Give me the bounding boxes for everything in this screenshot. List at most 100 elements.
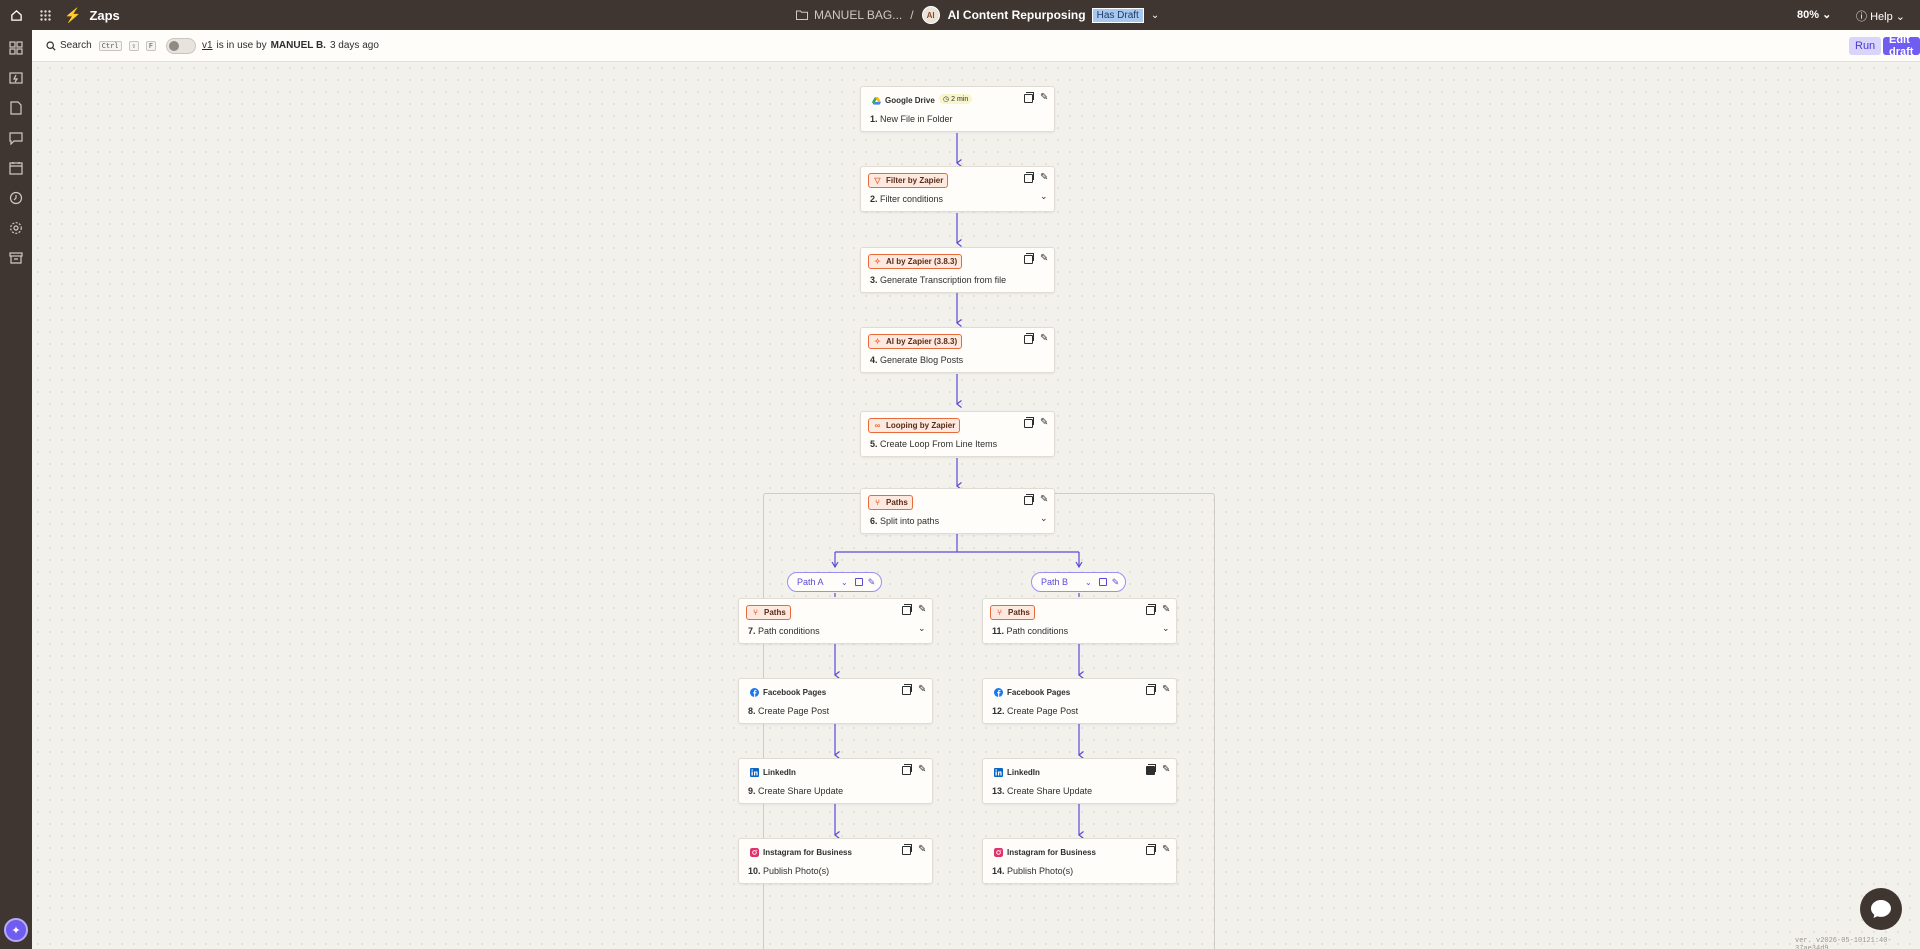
- paths-icon: ⑂: [875, 498, 880, 507]
- copy-icon[interactable]: [1024, 253, 1034, 264]
- edit-icon[interactable]: ✎: [1162, 604, 1170, 616]
- step-title: 8. Create Page Post: [748, 706, 830, 716]
- step-card-5[interactable]: ∞ Looping by Zapier 5. Create Loop From …: [860, 411, 1055, 457]
- chevron-down-icon[interactable]: ⌄: [1151, 10, 1159, 21]
- help-icon: ⓘ: [1856, 11, 1867, 23]
- step-card-2[interactable]: ▽ Filter by Zapier 2. Filter conditions …: [860, 166, 1055, 212]
- folder-name: MANUEL BAG...: [814, 8, 903, 22]
- path-label: Path B: [1041, 577, 1069, 587]
- copy-icon[interactable]: [854, 578, 863, 586]
- edit-icon[interactable]: ✎: [1040, 333, 1048, 345]
- zap-title[interactable]: AI Content Repurposing: [948, 8, 1086, 22]
- copy-icon[interactable]: [1024, 494, 1034, 505]
- step-card-14[interactable]: Instagram for Business 14. Publish Photo…: [982, 838, 1177, 884]
- step-card-12[interactable]: Facebook Pages 12. Create Page Post ✎: [982, 678, 1177, 724]
- edit-icon[interactable]: ✎: [918, 844, 926, 856]
- tables-icon[interactable]: [9, 101, 23, 115]
- zap-icon[interactable]: [9, 71, 23, 85]
- step-card-11[interactable]: ⑂ Paths 11. Path conditions ✎ ⌄: [982, 598, 1177, 644]
- copy-icon[interactable]: [1098, 578, 1107, 586]
- edit-icon[interactable]: ✎: [1162, 684, 1170, 696]
- zap-on-off-toggle[interactable]: [165, 37, 196, 54]
- search-button[interactable]: Search Ctrl ⇧ F: [46, 40, 156, 51]
- edit-icon[interactable]: ✎: [918, 604, 926, 616]
- step-app-tag: Instagram for Business: [746, 845, 856, 860]
- shortcut-ctrl: Ctrl: [98, 40, 122, 51]
- edit-draft-button[interactable]: Edit draft: [1883, 34, 1920, 58]
- app-title[interactable]: Zaps: [89, 8, 119, 23]
- step-title: 12. Create Page Post: [992, 706, 1079, 716]
- copy-icon[interactable]: [1146, 844, 1156, 855]
- copy-icon[interactable]: [902, 684, 912, 695]
- edit-icon[interactable]: ✎: [1040, 417, 1048, 429]
- assistant-icon[interactable]: ✦: [4, 918, 28, 942]
- copy-icon[interactable]: [1024, 417, 1034, 428]
- help-menu[interactable]: ⓘ Help ⌄: [1856, 8, 1905, 24]
- step-card-1[interactable]: Google Drive ◷ 2 min 1. New File in Fold…: [860, 86, 1055, 132]
- edit-icon[interactable]: ✎: [1112, 577, 1120, 588]
- step-card-8[interactable]: Facebook Pages 8. Create Page Post ✎: [738, 678, 933, 724]
- chevron-down-icon[interactable]: ⌄: [1162, 623, 1170, 634]
- copy-icon[interactable]: [902, 764, 912, 775]
- step-card-4[interactable]: ✧ AI by Zapier (3.8.3) 4. Generate Blog …: [860, 327, 1055, 373]
- chevron-down-icon: ⌄: [1822, 9, 1832, 21]
- version-link[interactable]: v1: [202, 40, 213, 51]
- step-title: 4. Generate Blog Posts: [870, 355, 964, 365]
- copy-icon[interactable]: [902, 604, 912, 615]
- chevron-down-icon[interactable]: ⌄: [918, 623, 926, 634]
- step-card-13[interactable]: LinkedIn 13. Create Share Update ✎: [982, 758, 1177, 804]
- edit-icon[interactable]: ✎: [918, 684, 926, 696]
- apps-icon[interactable]: [9, 41, 23, 55]
- copy-icon[interactable]: [1146, 604, 1156, 615]
- history-icon[interactable]: [9, 191, 23, 205]
- path-b-pill[interactable]: Path B ⌄ ✎: [1031, 572, 1126, 592]
- copy-icon[interactable]: [1146, 684, 1156, 695]
- step-app-tag: ⑂ Paths: [746, 605, 791, 620]
- search-label: Search: [60, 40, 92, 51]
- copy-icon[interactable]: [1146, 764, 1156, 775]
- breadcrumb: MANUEL BAG... / AI AI Content Repurposin…: [796, 0, 1159, 30]
- step-card-10[interactable]: Instagram for Business 10. Publish Photo…: [738, 838, 933, 884]
- copy-icon[interactable]: [902, 844, 912, 855]
- copy-icon[interactable]: [1024, 333, 1034, 344]
- editor-toolbar: Search Ctrl ⇧ F v1 is in use by MANUEL B…: [32, 30, 1920, 62]
- edit-icon[interactable]: ✎: [868, 577, 876, 588]
- settings-icon[interactable]: [9, 221, 23, 235]
- archive-icon[interactable]: [9, 251, 23, 265]
- in-use-time: 3 days ago: [329, 40, 379, 51]
- edit-icon[interactable]: ✎: [1162, 844, 1170, 856]
- step-app-tag: ∞ Looping by Zapier: [868, 418, 961, 433]
- step-card-9[interactable]: LinkedIn 9. Create Share Update ✎: [738, 758, 933, 804]
- edit-icon[interactable]: ✎: [1162, 764, 1170, 776]
- chevron-down-icon[interactable]: ⌄: [1040, 191, 1048, 202]
- facebook-icon: [750, 688, 759, 697]
- chat-button[interactable]: [1860, 888, 1902, 930]
- edit-icon[interactable]: ✎: [1040, 172, 1048, 184]
- step-card-7[interactable]: ⑂ Paths 7. Path conditions ✎ ⌄: [738, 598, 933, 644]
- google-drive-icon: [872, 96, 881, 105]
- step-app-tag: Instagram for Business: [990, 845, 1100, 860]
- edit-icon[interactable]: ✎: [1040, 494, 1048, 506]
- home-icon[interactable]: [0, 0, 32, 30]
- step-app-tag: ▽ Filter by Zapier: [868, 173, 949, 188]
- edit-icon[interactable]: ✎: [918, 764, 926, 776]
- edit-icon[interactable]: ✎: [1040, 253, 1048, 265]
- step-app-tag: LinkedIn: [746, 765, 800, 780]
- app-grid-icon[interactable]: [32, 0, 58, 30]
- version-info: ver. v2026-05-10121:40-37ae34d9: [1795, 937, 1892, 949]
- interfaces-icon[interactable]: [9, 131, 23, 145]
- chevron-down-icon[interactable]: ⌄: [1085, 578, 1092, 587]
- run-button[interactable]: Run: [1849, 37, 1882, 55]
- edit-icon[interactable]: ✎: [1040, 92, 1048, 104]
- copy-icon[interactable]: [1024, 172, 1034, 183]
- chevron-down-icon[interactable]: ⌄: [1040, 513, 1048, 524]
- folder-breadcrumb[interactable]: MANUEL BAG...: [796, 8, 902, 22]
- calendar-icon[interactable]: [9, 161, 23, 175]
- step-card-3[interactable]: ✧ AI by Zapier (3.8.3) 3. Generate Trans…: [860, 247, 1055, 293]
- path-a-pill[interactable]: Path A ⌄ ✎: [787, 572, 882, 592]
- copy-icon[interactable]: [1024, 92, 1034, 103]
- chevron-down-icon[interactable]: ⌄: [841, 578, 848, 587]
- instagram-icon: [994, 848, 1003, 857]
- zoom-dropdown[interactable]: 80% ⌄: [1797, 8, 1831, 21]
- step-card-6[interactable]: ⑂ Paths 6. Split into paths ✎ ⌄: [860, 488, 1055, 534]
